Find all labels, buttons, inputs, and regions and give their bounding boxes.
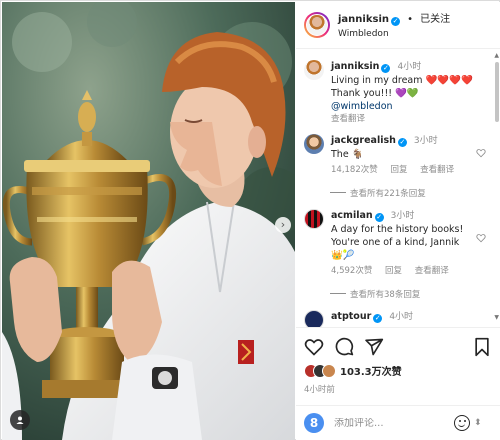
comment-time[interactable]: 3小时 (414, 136, 438, 146)
heart-icon[interactable] (304, 337, 324, 357)
likes-summary[interactable]: 103.3万次赞 (304, 363, 492, 378)
photo-illustration (2, 2, 295, 440)
add-comment-bar: 8 ⬍ (296, 405, 500, 440)
comment-avatar[interactable] (304, 134, 324, 154)
carousel-icon[interactable] (10, 410, 30, 430)
caption-avatar[interactable] (304, 60, 324, 80)
comments-list[interactable]: janniksin ✓ 4小时 Living in my dream ❤️❤️❤️… (296, 50, 500, 327)
caption-line-2: Thank you!!! 💜💚 (331, 88, 419, 99)
follow-status-button[interactable]: 已关注 (420, 14, 450, 25)
post-photo[interactable]: › (2, 2, 295, 440)
likes-count[interactable]: 103.3万次赞 (340, 363, 402, 378)
comment-username[interactable]: jackgrealish (331, 135, 396, 146)
comment-time[interactable]: 3小时 (391, 211, 415, 221)
comment-input[interactable] (334, 417, 446, 429)
verified-icon: ✓ (374, 213, 384, 222)
comment-reply-button[interactable]: 回复 (390, 165, 407, 175)
posted-time[interactable]: 4小时前 (304, 383, 492, 395)
share-icon[interactable] (364, 337, 384, 357)
comment-time[interactable]: 4小时 (389, 312, 413, 322)
post-header: janniksin ✓ • 已关注 Wimbledon (296, 2, 500, 49)
comment-item: jackgrealish ✓ 3小时 The 🐐 14,182次赞 回复 查看翻译 (304, 134, 492, 177)
comment-like-heart-icon[interactable] (476, 148, 486, 158)
caption: janniksin ✓ 4小时 Living in my dream ❤️❤️❤️… (304, 60, 492, 126)
emoji-icon[interactable] (454, 415, 470, 431)
view-replies-link[interactable]: 查看所有221条回复 (330, 187, 492, 199)
comment-avatar[interactable] (304, 310, 324, 327)
comment-translate-link[interactable]: 查看翻译 (415, 266, 449, 276)
post-actions: 103.3万次赞 4小时前 (296, 327, 500, 407)
verified-icon: ✓ (381, 64, 391, 73)
comment-like-heart-icon[interactable] (476, 233, 486, 243)
carousel-glyph (16, 416, 24, 424)
verified-icon: ✓ (391, 16, 400, 26)
instagram-post-modal: › janniksin ✓ • 已关注 Wimbledon janniksin ✓ (0, 0, 500, 440)
caption-translate-link[interactable]: 查看翻译 (331, 113, 473, 126)
view-replies-link[interactable]: 查看所有38条回复 (330, 288, 492, 300)
caption-time[interactable]: 4小时 (397, 62, 421, 72)
liker-avatar (322, 363, 336, 378)
comment-reply-button[interactable]: 回复 (385, 266, 402, 276)
comment-item: atptour ✓ 4小时 (304, 310, 492, 327)
post-sidebar: janniksin ✓ • 已关注 Wimbledon janniksin ✓ 4小… (296, 2, 500, 440)
comment-icon[interactable] (334, 337, 354, 357)
comment-text: The 🐐 (331, 149, 364, 160)
comment-username[interactable]: atptour (331, 311, 371, 322)
post-location[interactable]: Wimbledon (338, 27, 450, 41)
caption-mention-link[interactable]: @wimbledon (331, 101, 393, 112)
input-resize-icon[interactable]: ⬍ (474, 418, 482, 428)
comment-likes[interactable]: 14,182次赞 (331, 165, 378, 175)
comment-avatar[interactable] (304, 209, 324, 229)
verified-icon: ✓ (397, 138, 407, 147)
scroll-up-arrow-icon[interactable]: ▲ (494, 52, 499, 59)
current-user-avatar: 8 (304, 413, 324, 433)
verified-icon: ✓ (373, 314, 383, 323)
scroll-down-arrow-icon[interactable]: ▼ (494, 314, 499, 321)
header-separator: • (407, 13, 413, 25)
comments-scrollbar[interactable] (495, 62, 499, 122)
comment-likes[interactable]: 4,592次赞 (331, 266, 372, 276)
caption-username[interactable]: janniksin (331, 61, 379, 72)
author-avatar[interactable] (304, 12, 330, 38)
comment-username[interactable]: acmilan (331, 210, 373, 221)
comment-item: acmilan ✓ 3小时 A day for the history books… (304, 209, 492, 278)
comment-translate-link[interactable]: 查看翻译 (420, 165, 454, 175)
author-username[interactable]: janniksin (338, 14, 389, 25)
next-photo-arrow-icon[interactable]: › (275, 217, 291, 233)
bookmark-icon[interactable] (472, 337, 492, 357)
caption-line-1: Living in my dream ❤️❤️❤️❤️ (331, 75, 473, 86)
comment-text: A day for the history books! You're one … (331, 224, 464, 261)
